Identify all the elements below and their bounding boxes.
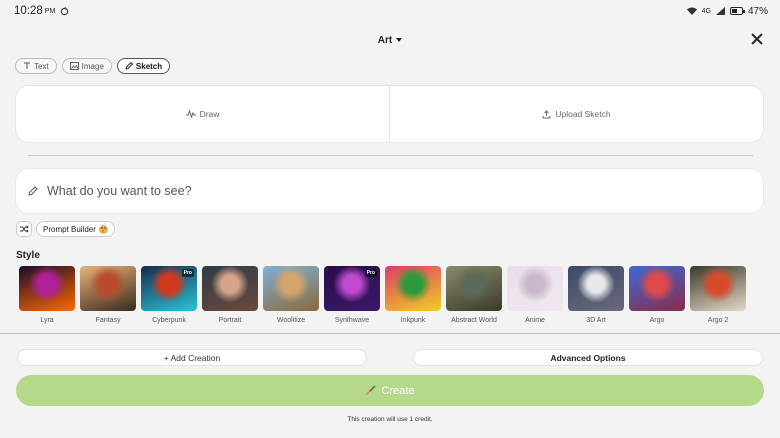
draw-wave-icon [185,110,196,118]
style-name: Fantasy [95,317,121,324]
mode-image-label: Image [81,61,104,71]
prompt-input[interactable] [47,184,647,198]
upload-sketch-button[interactable]: Upload Sketch [390,86,763,142]
shuffle-icon [19,225,29,233]
pencil-icon [28,186,38,196]
prompt-builder-button[interactable]: Prompt Builder [36,221,115,237]
divider [0,333,780,334]
network-type: 4G [701,7,711,15]
create-button[interactable]: Create [16,375,764,406]
style-item[interactable]: Fantasy [80,266,136,324]
mode-text-button[interactable]: Text [15,58,57,74]
mode-text-label: Text [34,61,49,71]
style-thumbnail [19,266,75,311]
brush-icon [366,385,377,395]
style-name: Cyberpunk [152,317,186,324]
prompt-box[interactable] [15,168,764,214]
shuffle-button[interactable] [16,221,32,237]
status-time: 10:28 [14,5,43,17]
style-thumbnail [80,266,136,311]
text-icon [24,62,30,69]
style-thumbnail: Pro [141,266,197,311]
style-item[interactable]: Pro Synthwave [324,266,380,324]
mode-sketch-label: Sketch [135,61,163,71]
style-item[interactable]: Anime [507,266,563,324]
divider [28,155,753,156]
style-thumbnail [202,266,258,311]
mode-sketch-button[interactable]: Sketch [116,58,171,74]
credit-note: This creation will use 1 credit. [347,416,433,423]
pencil-icon [125,62,133,70]
style-name: Portrait [218,317,242,324]
style-list: Lyra Fantasy Pro Cyberpunk Portrait Woolitize… [19,266,746,324]
status-bar: 10:28 PM 4G 47% [0,0,780,22]
mode-image-button[interactable]: Image [61,58,112,74]
category-title: Art [377,34,393,46]
battery-level: 47% [747,5,768,17]
pro-badge: Pro [364,269,377,277]
style-name: 3D Art [586,317,606,324]
style-thumbnail: Pro [324,266,380,311]
wifi-icon [686,7,697,15]
create-label: Create [381,384,415,397]
sync-icon [61,6,69,15]
style-thumbnail [507,266,563,311]
style-name: Lyra [40,317,54,324]
style-name: Argo 2 [707,317,729,324]
style-item[interactable]: Argo [629,266,685,324]
prompt-builder-label: Prompt Builder [43,224,96,234]
category-dropdown[interactable]: Art [377,34,403,46]
header: Art [0,28,780,52]
pro-badge: Pro [181,269,194,277]
style-thumbnail [446,266,502,311]
advanced-options-button[interactable]: Advanced Options [413,349,763,366]
signal-icon [715,7,725,15]
style-item[interactable]: Lyra [19,266,75,324]
style-item[interactable]: Inkpunk [385,266,441,324]
style-name: Inkpunk [400,317,426,324]
palette-icon [98,224,108,234]
draw-button[interactable]: Draw [16,86,389,142]
style-thumbnail [385,266,441,311]
upload-sketch-label: Upload Sketch [555,109,611,119]
style-thumbnail [263,266,319,311]
style-item[interactable]: 3D Art [568,266,624,324]
style-item[interactable]: Argo 2 [690,266,746,324]
style-item[interactable]: Abstract World [446,266,502,324]
upload-icon [542,109,551,118]
sketch-input-box: Draw Upload Sketch [15,85,764,143]
close-button[interactable] [750,32,764,46]
style-name: Synthwave [334,317,370,324]
add-creation-button[interactable]: + Add Creation [17,349,367,366]
style-name: Argo [649,317,665,324]
style-heading: Style [16,250,40,261]
style-item[interactable]: Woolitize [263,266,319,324]
style-thumbnail [629,266,685,311]
style-name: Abstract World [451,317,497,324]
status-ampm: PM [44,7,56,15]
image-icon [69,62,79,70]
style-name: Anime [525,317,545,324]
style-thumbnail [568,266,624,311]
battery-icon [729,7,745,15]
style-thumbnail [690,266,746,311]
caret-down-icon [396,38,403,42]
style-name: Woolitize [276,317,306,324]
style-item[interactable]: Portrait [202,266,258,324]
draw-label: Draw [199,109,220,119]
mode-selector: Text Image Sketch [15,58,171,74]
style-item[interactable]: Pro Cyberpunk [141,266,197,324]
